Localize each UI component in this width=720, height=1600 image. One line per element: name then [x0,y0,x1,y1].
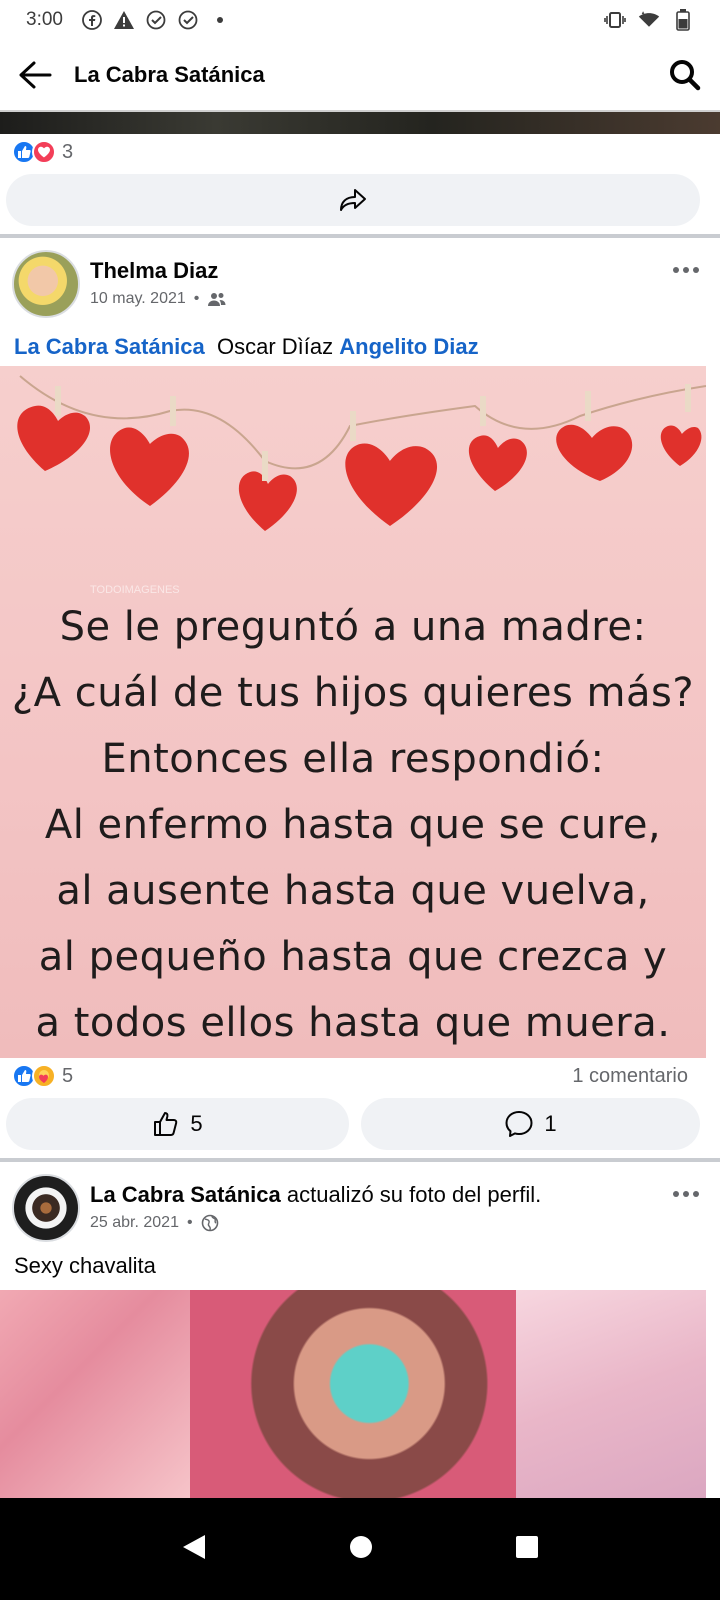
like-button-count: 5 [190,1111,203,1136]
status-time: 3:00 [26,9,63,30]
square-recents-icon [516,1535,539,1558]
comment-bubble-icon [505,1111,533,1137]
reactions-summary[interactable]: 3 [0,134,720,170]
facebook-notification-icon [81,9,103,31]
avatar[interactable] [12,250,80,318]
post-meta: 25 abr. 2021 • [90,1214,219,1232]
status-bar: 3:00 [0,0,720,40]
post-meta: 10 may. 2021 • [90,290,227,308]
image-quote-text: Se le preguntó a una madre: ¿A cuál de t… [0,594,706,1056]
love-reaction-icon [32,140,56,164]
meta-separator: • [186,1214,193,1231]
photo-center-section [190,1290,516,1498]
post-author[interactable]: La Cabra Satánica actualizó su foto del … [90,1182,541,1208]
quote-line: a todos ellos hasta que muera. [35,1000,671,1046]
profile-photo-image[interactable] [0,1290,706,1498]
post-divider [0,1158,720,1162]
nav-back-button[interactable] [181,1533,207,1566]
reaction-count: 3 [62,140,74,163]
photo-right-section [516,1290,706,1498]
post-tags: La Cabra Satánica Oscar Dìíaz Angelito D… [14,334,479,360]
arrow-left-icon [19,61,52,89]
globe-public-icon [201,1214,218,1232]
quote-line: al pequeño hasta que crezca y [38,934,668,980]
more-options-button[interactable] [668,258,704,282]
reaction-count: 5 [62,1064,74,1087]
post-date[interactable]: 10 may. 2021 [90,290,186,308]
check-circle-icon [177,9,199,31]
photo-left-section [0,1290,190,1498]
avatar[interactable] [12,1174,80,1242]
comments-count-link[interactable]: 1 comentario [572,1065,688,1088]
post-caption: Sexy chavalita [14,1253,156,1278]
battery-icon [672,9,694,31]
previous-post-image[interactable] [0,112,720,134]
share-icon [340,189,366,211]
share-button[interactable] [6,174,700,226]
post-header: La Cabra Satánica actualizó su foto del … [0,1164,720,1244]
check-circle-icon [145,9,167,31]
meta-separator: • [193,290,200,307]
comment-button-count: 1 [544,1111,557,1136]
friends-audience-icon [208,293,226,306]
care-reaction-icon [32,1064,56,1088]
thumbs-up-icon [154,1112,178,1136]
post-author[interactable]: Thelma Diaz [90,258,218,284]
system-navigation-bar [0,1498,720,1600]
wifi-icon [638,9,660,31]
quote-line: ¿A cuál de tus hijos quieres más? [11,670,695,716]
warning-icon [113,9,135,31]
quote-line: Se le preguntó a una madre: [59,604,647,650]
circle-home-icon [349,1535,372,1558]
post-header: Thelma Diaz 10 may. 2021 • [0,240,720,320]
dot-icon [209,9,231,31]
search-button[interactable] [650,39,720,111]
more-options-button[interactable] [668,1182,704,1206]
quote-line: Entonces ella respondió: [101,736,605,782]
tagged-page-link[interactable]: La Cabra Satánica [14,334,205,359]
tagged-friend-link[interactable]: Angelito Diaz [339,334,478,359]
reactions-summary[interactable]: 5 1 comentario [0,1058,720,1094]
triangle-back-icon [182,1534,205,1559]
post-image[interactable]: TODOIMAGENES Se le preguntó a una madre:… [0,366,706,1058]
post-divider [0,234,720,238]
nav-home-button[interactable] [348,1534,374,1565]
vibrate-icon [604,9,626,31]
like-button[interactable]: 5 [6,1098,349,1150]
top-app-bar: La Cabra Satánica [0,40,720,112]
post-action-text: actualizó su foto del perfil. [280,1182,542,1207]
search-icon [670,60,701,91]
tagged-person[interactable]: Oscar Dìíaz [217,334,333,359]
post-date[interactable]: 25 abr. 2021 [90,1214,179,1232]
comment-button[interactable]: 1 [361,1098,700,1150]
hearts-garland-illustration [17,375,706,531]
nav-recents-button[interactable] [515,1535,539,1564]
quote-line: Al enfermo hasta que se cure, [44,802,662,848]
back-button[interactable] [0,39,70,111]
page-title: La Cabra Satánica [74,62,265,87]
quote-line: al ausente hasta que vuelva, [56,868,650,914]
